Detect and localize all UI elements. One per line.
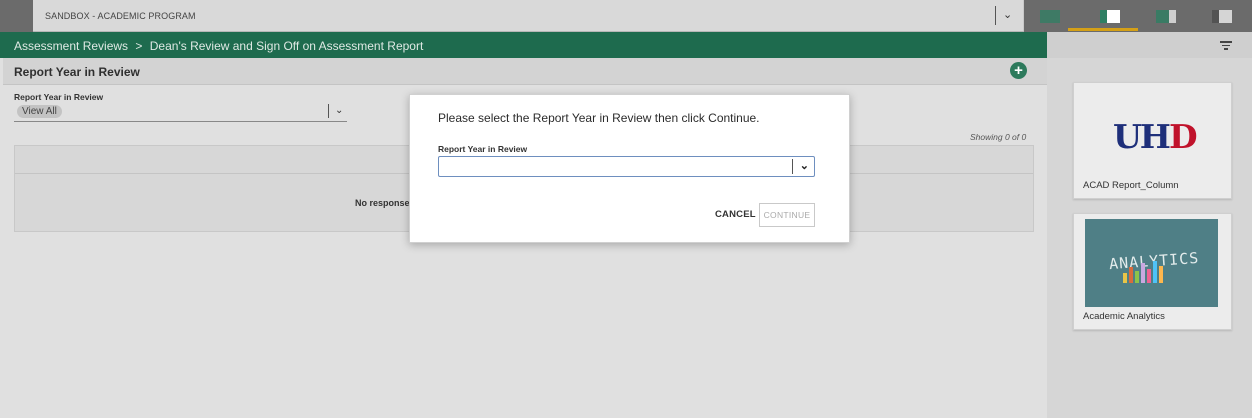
breadcrumb: Assessment Reviews > Dean's Review and S… [0,32,1047,58]
breadcrumb-separator: > [135,39,143,53]
report-card-academic-analytics[interactable]: ANALYTICS Academic Analytics [1073,213,1232,330]
filter-underline [14,121,347,122]
filter-value-chip[interactable]: View All [17,105,62,118]
panel-header: Report Year in Review + [3,58,1047,85]
active-view-underline [1068,28,1138,31]
hamburger-menu-icon[interactable] [0,0,61,85]
layout-view-2-icon[interactable] [1100,10,1120,23]
top-bar: SANDBOX - ACADEMIC PROGRAM ⌄ [0,0,1252,85]
filter-label: Report Year in Review [14,92,104,102]
report-card-acad-report-column[interactable]: UHD ACAD Report_Column [1073,82,1232,199]
uhd-logo: UHD [1113,117,1198,156]
program-name: SANDBOX - ACADEMIC PROGRAM [45,11,196,21]
program-selector[interactable]: SANDBOX - ACADEMIC PROGRAM ⌄ [33,0,1023,31]
chevron-down-icon[interactable]: ⌄ [995,6,1012,25]
card-label: ACAD Report_Column [1083,180,1179,191]
layout-view-4-icon[interactable] [1212,10,1232,23]
view-switcher [1024,0,1252,32]
empty-state-text: No responses [355,198,415,208]
analytics-image: ANALYTICS [1085,219,1218,307]
card-label: Academic Analytics [1083,311,1165,322]
cancel-button[interactable]: CANCEL [715,209,756,220]
chevron-down-icon[interactable]: ⌄ [328,104,343,118]
layout-view-1-icon[interactable] [1040,10,1060,23]
select-report-year-dialog: Please select the Report Year in Review … [409,94,850,243]
plus-circle-icon[interactable]: + [1010,62,1027,79]
filter-icon[interactable] [1220,41,1232,50]
chevron-down-icon[interactable]: ⌄ [791,159,809,174]
sidebar-header [1047,32,1252,58]
report-year-select[interactable]: ⌄ [438,156,815,177]
panel-title: Report Year in Review [14,65,140,79]
dialog-field-label: Report Year in Review [438,144,528,154]
dialog-message: Please select the Report Year in Review … [438,111,760,125]
continue-button[interactable]: CONTINUE [759,203,815,227]
breadcrumb-parent[interactable]: Assessment Reviews [14,39,128,53]
breadcrumb-current: Dean's Review and Sign Off on Assessment… [149,39,424,53]
result-count: Showing 0 of 0 [970,132,1027,142]
report-year-filter[interactable]: Report Year in Review View All ⌄ [14,92,347,123]
layout-view-3-icon[interactable] [1156,10,1176,23]
